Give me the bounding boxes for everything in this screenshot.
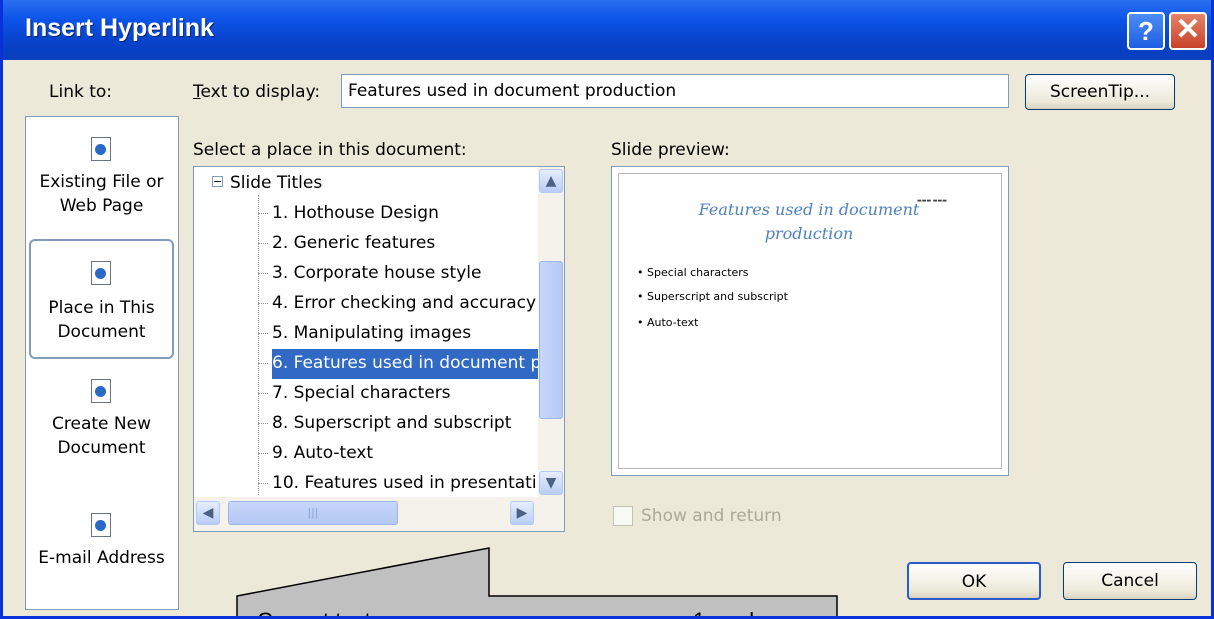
annotation-callout: Correct text 1 mark (236, 547, 838, 619)
callout-marks: 1 mark (693, 608, 761, 619)
callout-text: Correct text (257, 608, 371, 619)
insert-hyperlink-dialog: Insert Hyperlink ? ✕ Link to: Text to di… (0, 0, 1214, 619)
